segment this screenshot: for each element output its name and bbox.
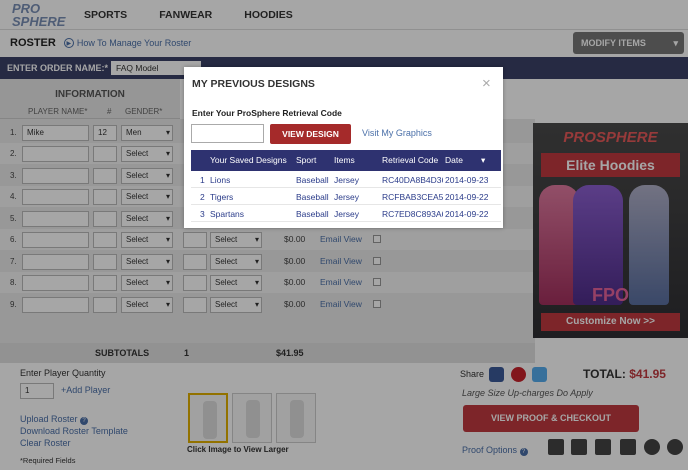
retrieval-code-label: Enter Your ProSphere Retrieval Code <box>192 108 342 118</box>
design-row[interactable]: 1 Lions Baseball Jersey RC40DA8B4D36 201… <box>191 171 501 188</box>
retrieval-code-input[interactable] <box>191 124 264 143</box>
close-icon[interactable]: × <box>482 75 491 92</box>
design-name-link[interactable]: Spartans <box>210 209 244 219</box>
visit-graphics-link[interactable]: Visit My Graphics <box>362 128 432 138</box>
col-designs: Your Saved Designs <box>210 155 287 165</box>
sort-caret-icon[interactable]: ▾ <box>481 155 485 166</box>
view-design-button[interactable]: VIEW DESIGN <box>270 124 351 144</box>
design-name-link[interactable]: Lions <box>210 175 230 185</box>
col-items: Items <box>334 155 355 165</box>
design-row[interactable]: 2 Tigers Baseball Jersey RCFBAB3CEA5E 20… <box>191 188 501 205</box>
design-row[interactable]: 3 Spartans Baseball Jersey RC7ED8C893A6 … <box>191 205 501 222</box>
modal-title: MY PREVIOUS DESIGNS <box>192 78 315 90</box>
col-date: Date <box>445 155 463 165</box>
design-name-link[interactable]: Tigers <box>210 192 233 202</box>
previous-designs-modal: MY PREVIOUS DESIGNS × Enter Your ProSphe… <box>184 67 503 228</box>
col-sport: Sport <box>296 155 317 165</box>
designs-table-header: Your Saved Designs Sport Items Retrieval… <box>191 150 501 171</box>
col-code: Retrieval Code <box>382 155 439 165</box>
